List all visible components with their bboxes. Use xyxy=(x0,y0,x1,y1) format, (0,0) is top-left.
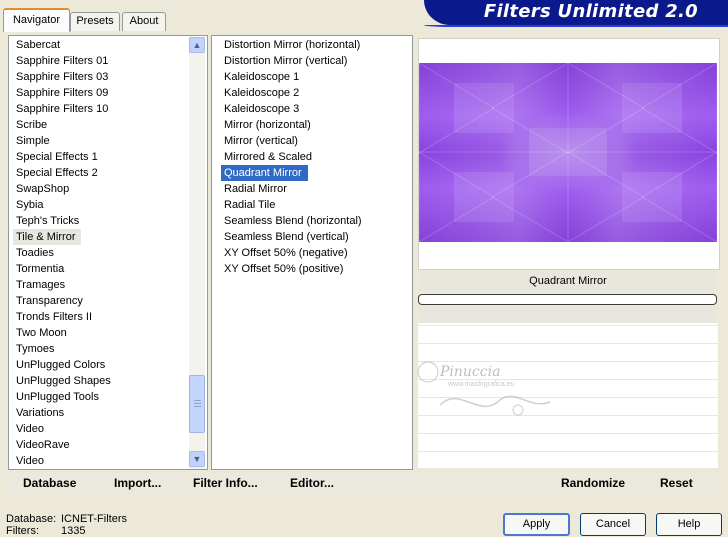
category-item[interactable]: VideoRave xyxy=(13,437,189,453)
filters-value: 1335 xyxy=(61,525,86,537)
parameter-divider xyxy=(418,433,718,434)
category-item[interactable]: UnPlugged Tools xyxy=(13,389,189,405)
category-item[interactable]: UnPlugged Colors xyxy=(13,357,189,373)
category-item[interactable]: Variations xyxy=(13,405,189,421)
category-item[interactable]: Video xyxy=(13,421,189,437)
watermark: Pinuccia www.maidirgrafica.eu xyxy=(410,350,560,430)
watermark-url: www.maidirgrafica.eu xyxy=(447,381,515,388)
category-item[interactable]: Sybia xyxy=(13,197,189,213)
category-item[interactable]: Sapphire Filters 01 xyxy=(13,53,189,69)
filter-list[interactable]: Distortion Mirror (horizontal) Distortion… xyxy=(221,37,409,277)
current-filter-name: Quadrant Mirror xyxy=(418,271,718,291)
parameter-divider xyxy=(418,451,718,452)
cancel-button[interactable]: Cancel xyxy=(580,513,646,536)
category-item[interactable]: Two Moon xyxy=(13,325,189,341)
category-item[interactable]: Tramages xyxy=(13,277,189,293)
category-item[interactable]: Toadies xyxy=(13,245,189,261)
filter-item[interactable]: Distortion Mirror (vertical) xyxy=(221,53,409,69)
database-label: Database: xyxy=(6,513,57,525)
category-item[interactable]: Sapphire Filters 09 xyxy=(13,85,189,101)
filter-item[interactable]: Mirrored & Scaled xyxy=(221,149,409,165)
progress-bar xyxy=(418,294,717,305)
parameter-divider xyxy=(418,343,718,344)
category-item[interactable]: Special Effects 2 xyxy=(13,165,189,181)
preview-image xyxy=(419,63,717,242)
category-item[interactable]: Sapphire Filters 10 xyxy=(13,101,189,117)
parameter-divider xyxy=(418,325,718,326)
filter-item[interactable]: Seamless Blend (vertical) xyxy=(221,229,409,245)
category-item[interactable]: Tymoes xyxy=(13,341,189,357)
filter-item[interactable]: Kaleidoscope 3 xyxy=(221,101,409,117)
database-value: ICNET-Filters xyxy=(61,513,127,525)
filters-label: Filters: xyxy=(6,525,39,537)
category-item[interactable]: Tile & Mirror xyxy=(13,229,82,245)
category-item[interactable]: Teph's Tricks xyxy=(13,213,189,229)
category-item[interactable]: Tormentia xyxy=(13,261,189,277)
app-title: Filters Unlimited 2.0 xyxy=(483,1,698,22)
tab-about[interactable]: About xyxy=(122,12,166,31)
import-button[interactable]: Import... xyxy=(114,476,161,490)
filter-item[interactable]: Mirror (vertical) xyxy=(221,133,409,149)
scroll-thumb[interactable] xyxy=(189,375,205,433)
chevron-down-icon: ▼ xyxy=(192,454,202,464)
reset-button[interactable]: Reset xyxy=(660,476,693,490)
chevron-up-icon: ▲ xyxy=(192,40,202,50)
filter-item[interactable]: Quadrant Mirror xyxy=(221,165,308,181)
category-item[interactable]: Scribe xyxy=(13,117,189,133)
filter-item[interactable]: Radial Tile xyxy=(221,197,409,213)
category-item[interactable]: UnPlugged Shapes xyxy=(13,373,189,389)
help-button[interactable]: Help xyxy=(656,513,722,536)
category-item[interactable]: Sapphire Filters 03 xyxy=(13,69,189,85)
database-button[interactable]: Database xyxy=(23,476,76,490)
category-item[interactable]: Sabercat xyxy=(13,37,189,53)
category-item[interactable]: Video xyxy=(13,453,189,469)
tab-navigator[interactable]: Navigator xyxy=(3,8,70,32)
filter-item[interactable]: Distortion Mirror (horizontal) xyxy=(221,37,409,53)
scroll-up-button[interactable]: ▲ xyxy=(189,37,205,53)
apply-button[interactable]: Apply xyxy=(503,513,570,536)
header-banner: Filters Unlimited 2.0 xyxy=(424,0,728,27)
tab-presets[interactable]: Presets xyxy=(70,12,120,31)
filter-info-button[interactable]: Filter Info... xyxy=(193,476,258,490)
kaleidoscope-pattern xyxy=(419,63,717,242)
filter-item[interactable]: XY Offset 50% (positive) xyxy=(221,261,409,277)
parameter-slot xyxy=(418,306,718,323)
watermark-name: Pinuccia xyxy=(439,364,500,380)
category-item[interactable]: Simple xyxy=(13,133,189,149)
editor-button[interactable]: Editor... xyxy=(290,476,334,490)
category-scrollbar[interactable]: ▲ ▼ xyxy=(189,37,205,469)
scroll-down-button[interactable]: ▼ xyxy=(189,451,205,467)
category-list[interactable]: Sabercat Sapphire Filters 01 Sapphire Filt… xyxy=(13,37,189,469)
filter-item[interactable]: Kaleidoscope 1 xyxy=(221,69,409,85)
filter-item[interactable]: Kaleidoscope 2 xyxy=(221,85,409,101)
randomize-button[interactable]: Randomize xyxy=(561,476,625,490)
category-item[interactable]: Tronds Filters II xyxy=(13,309,189,325)
watermark-logo: Pinuccia www.maidirgrafica.eu xyxy=(417,361,551,416)
filter-item[interactable]: Mirror (horizontal) xyxy=(221,117,409,133)
category-item[interactable]: Special Effects 1 xyxy=(13,149,189,165)
filter-item[interactable]: XY Offset 50% (negative) xyxy=(221,245,409,261)
category-item[interactable]: Transparency xyxy=(13,293,189,309)
filter-item[interactable]: Seamless Blend (horizontal) xyxy=(221,213,409,229)
category-item[interactable]: SwapShop xyxy=(13,181,189,197)
filter-item[interactable]: Radial Mirror xyxy=(221,181,409,197)
